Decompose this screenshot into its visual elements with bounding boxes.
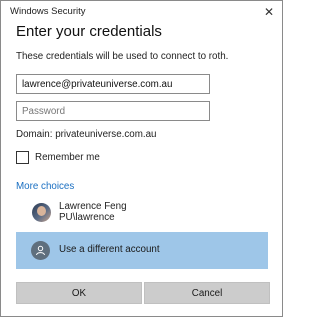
use-different-account-option[interactable]: Use a different account (16, 232, 268, 269)
password-field[interactable] (16, 101, 210, 121)
checkbox-box[interactable] (16, 151, 29, 164)
account-name: Lawrence Feng (59, 201, 127, 212)
username-field[interactable] (16, 74, 210, 94)
use-different-account-label: Use a different account (59, 244, 160, 255)
person-icon (31, 241, 50, 260)
cancel-button[interactable]: Cancel (144, 282, 270, 304)
title-bar: Windows Security ✕ (1, 1, 282, 23)
account-text: Lawrence Feng PU\lawrence (59, 201, 127, 223)
remember-me-label: Remember me (35, 152, 100, 163)
remember-me-checkbox[interactable]: Remember me (16, 151, 100, 164)
credential-dialog: Windows Security ✕ Enter your credential… (0, 0, 283, 317)
window-title: Windows Security (10, 6, 86, 17)
more-choices-link[interactable]: More choices (16, 181, 74, 192)
dialog-description: These credentials will be used to connec… (16, 51, 229, 62)
account-id: PU\lawrence (59, 212, 115, 223)
account-option-lawrence[interactable]: Lawrence Feng PU\lawrence (32, 201, 127, 223)
dialog-heading: Enter your credentials (16, 23, 162, 40)
close-icon[interactable]: ✕ (256, 1, 282, 23)
domain-text: Domain: privateuniverse.com.au (16, 129, 157, 140)
user-avatar-icon (32, 202, 51, 222)
ok-button[interactable]: OK (16, 282, 142, 304)
